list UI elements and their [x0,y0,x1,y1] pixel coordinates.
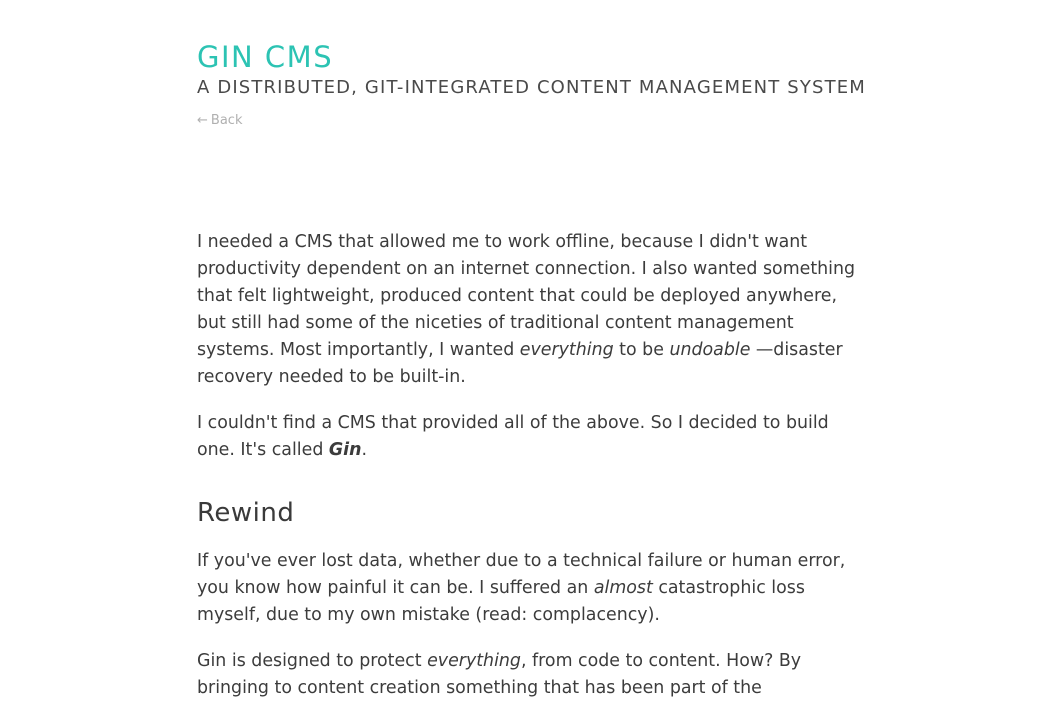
site-subtitle: A DISTRIBUTED, GIT-INTEGRATED CONTENT MA… [197,77,866,98]
paragraph-text: to be [613,340,670,360]
paragraph-protect: Gin is designed to protect everything, f… [197,648,857,702]
back-link-label: Back [210,113,243,128]
paragraph-text: Gin is designed to protect [197,651,428,671]
paragraph-data-loss: If you've ever lost data, whether due to… [197,548,857,629]
emphasis-everything-2: everything [427,651,521,671]
back-arrow-icon: ← [197,113,208,128]
paragraph-intro: I needed a CMS that allowed me to work o… [197,229,857,391]
section-heading-rewind: Rewind [197,498,295,528]
emphasis-undoable: undoable [669,340,751,360]
emphasis-everything: everything [519,340,614,360]
site-title: GIN CMS [197,40,334,74]
article-body: I needed a CMS that allowed me to work o… [197,229,857,721]
back-link[interactable]: ← Back [197,112,242,130]
emphasis-gin: Gin [328,440,362,460]
emphasis-almost: almost [593,578,653,598]
paragraph-gin: I couldn't find a CMS that provided all … [197,410,857,464]
paragraph-text: I couldn't find a CMS that provided all … [197,413,829,460]
paragraph-text: . [361,440,368,460]
